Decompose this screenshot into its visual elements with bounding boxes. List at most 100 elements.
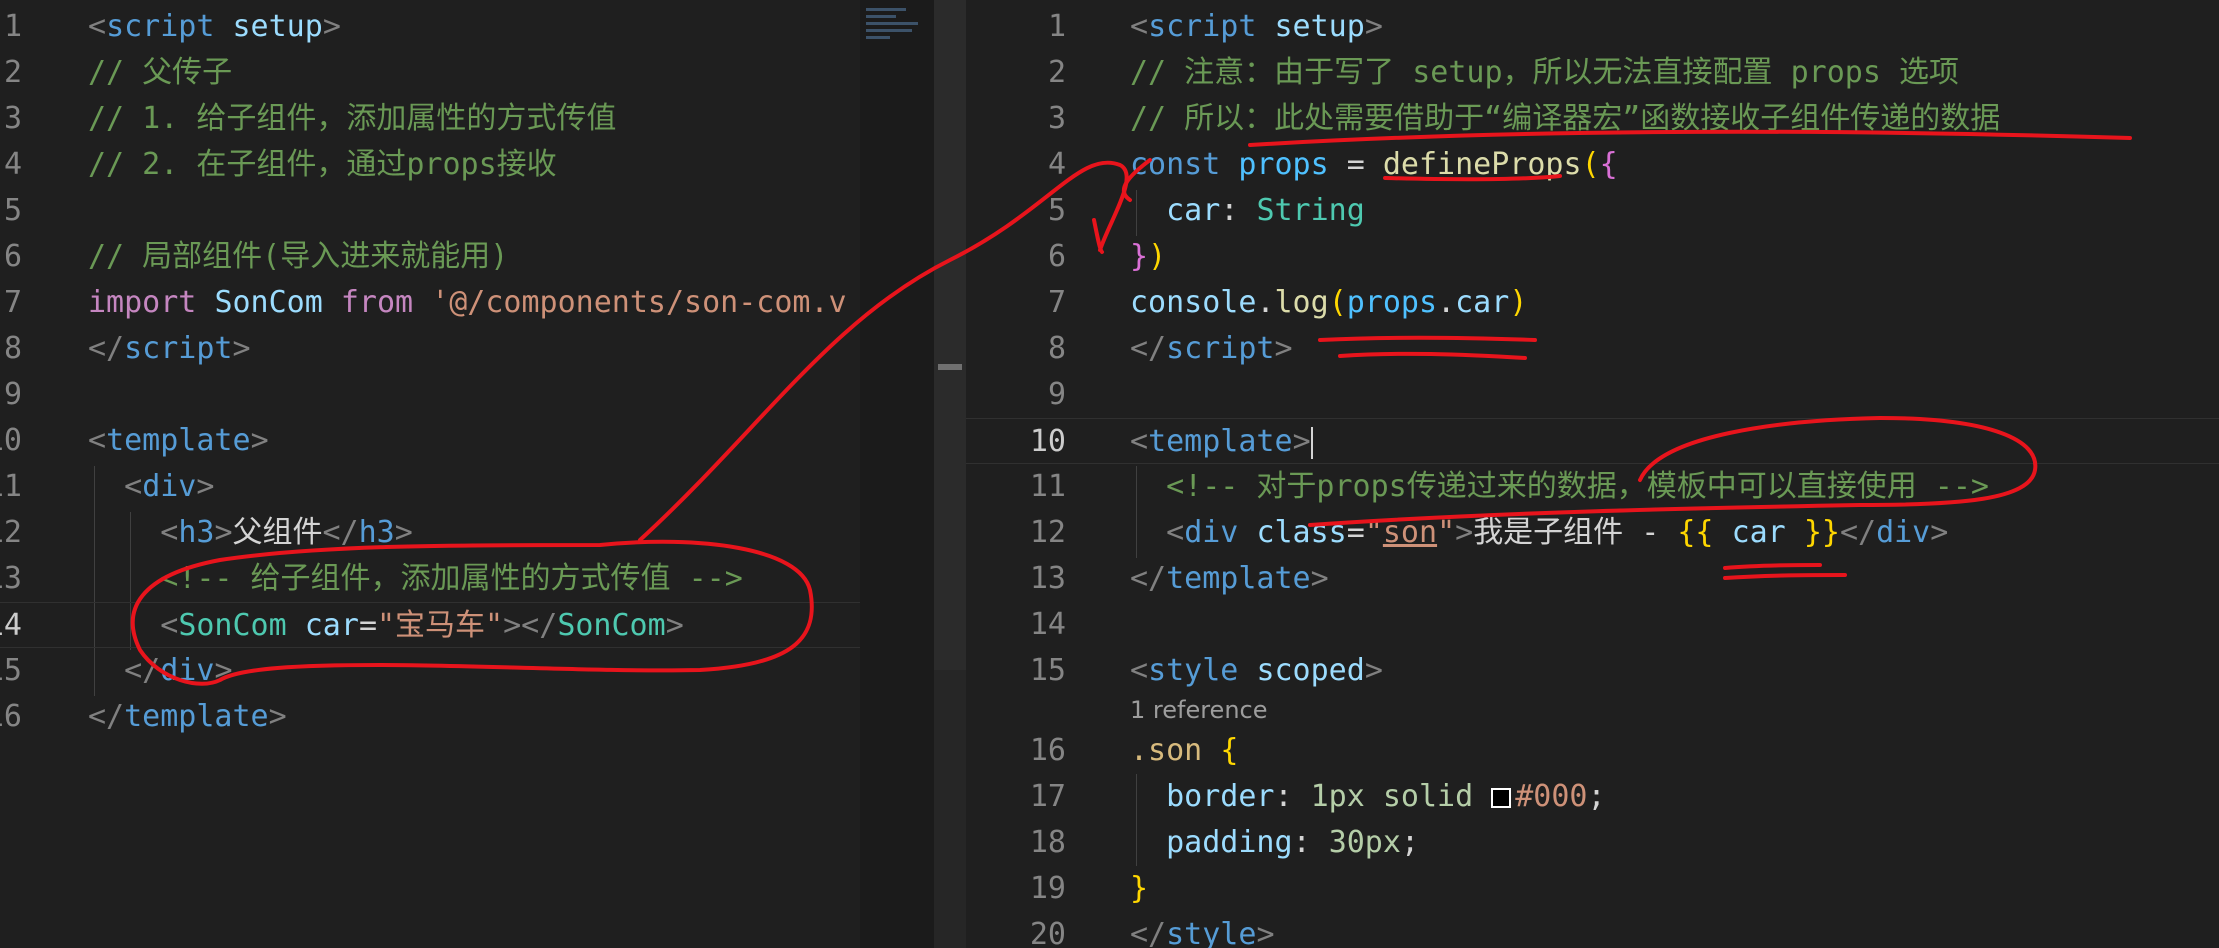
color-swatch-icon[interactable] xyxy=(1491,787,1512,808)
code-line[interactable]: 9 xyxy=(0,372,860,418)
code-line[interactable]: 2 // 父传子 xyxy=(0,50,860,96)
keyword: import xyxy=(88,285,197,320)
attr-name: car xyxy=(304,608,359,643)
tag-name: style xyxy=(1166,917,1257,948)
code-line[interactable]: 5 car: String xyxy=(966,188,2219,234)
code-line[interactable]: 14 xyxy=(966,602,2219,648)
code-line[interactable]: 18 padding: 30px; xyxy=(966,820,2219,866)
minimap[interactable] xyxy=(860,0,934,948)
code-line[interactable]: 2 // 注意：由于写了 setup，所以无法直接配置 props 选项 xyxy=(966,50,2219,96)
code-line-current[interactable]: 14 <SonCom car="宝马车"></SonCom> xyxy=(0,602,860,648)
code-line[interactable]: 7 import SonCom from '@/components/son-co… xyxy=(0,280,860,326)
code-line[interactable]: 4 const props = defineProps({ xyxy=(966,142,2219,188)
line-number: 13 xyxy=(0,561,22,596)
code-line[interactable]: 15 <style scoped> xyxy=(966,648,2219,694)
code-line[interactable]: 6 // 局部组件(导入进来就能用) xyxy=(0,234,860,280)
code-line[interactable]: 17 border: 1px solid #000; xyxy=(966,774,2219,820)
code-line[interactable]: 15 </div> xyxy=(0,648,860,694)
property-name: car xyxy=(1166,193,1221,228)
css-value: 1px solid xyxy=(1310,779,1474,814)
left-editor[interactable]: 1 <script setup> 2 // 父传子 3 // 1. 给子组件，添加属性… xyxy=(0,0,860,948)
codelens-references[interactable]: 1 reference xyxy=(1130,692,1268,728)
line-number: 3 xyxy=(1047,101,1066,136)
line-number: 18 xyxy=(1029,825,1066,860)
code-line[interactable]: 3 // 所以：此处需要借助于“编译器宏”函数接收子组件传递的数据 xyxy=(966,96,2219,142)
line-number: 15 xyxy=(0,653,22,688)
comment: // 父传子 xyxy=(88,55,233,90)
line-number: 19 xyxy=(1029,871,1066,906)
line-number: 16 xyxy=(1029,733,1066,768)
text-content: 我是子组件 - xyxy=(1473,515,1678,550)
code-line[interactable]: 1 <script setup> xyxy=(966,4,2219,50)
code-line[interactable]: 1 <script setup> xyxy=(0,4,860,50)
attr-name: scoped xyxy=(1256,653,1365,688)
code-line[interactable]: 13 </template> xyxy=(966,556,2219,602)
line-number: 3 xyxy=(3,101,22,136)
component-name: SonCom xyxy=(557,608,666,643)
code-line[interactable]: 12 <div class="son">我是子组件 - {{ car }}</d… xyxy=(966,510,2219,556)
code-line[interactable]: 9 xyxy=(966,372,2219,418)
tag-name: template xyxy=(1148,424,1293,459)
line-number: 7 xyxy=(1047,285,1066,320)
line-number: 5 xyxy=(3,193,22,228)
code-line-current[interactable]: 10 <template> xyxy=(966,418,2219,464)
attr-name: setup xyxy=(232,9,323,44)
code-line[interactable]: 4 // 2. 在子组件，通过props接收 xyxy=(0,142,860,188)
comment: <!-- 给子组件，添加属性的方式传值 --> xyxy=(160,561,743,596)
scrollbar-thumb[interactable] xyxy=(934,0,966,670)
vertical-scrollbar[interactable] xyxy=(934,0,966,948)
code-line[interactable]: 13 <!-- 给子组件，添加属性的方式传值 --> xyxy=(0,556,860,602)
line-number: 12 xyxy=(1029,515,1066,550)
css-value: 30px xyxy=(1328,825,1401,860)
keyword: const xyxy=(1130,147,1221,182)
line-number: 12 xyxy=(0,515,22,550)
codelens-row[interactable]: 1 reference xyxy=(966,692,2219,728)
identifier: console xyxy=(1130,285,1257,320)
line-number: 11 xyxy=(1029,469,1066,504)
code-line[interactable]: 6}) xyxy=(966,234,2219,280)
code-line[interactable]: 7 console.log(props.car) xyxy=(966,280,2219,326)
code-line[interactable]: 20 </style> xyxy=(966,912,2219,948)
tag-name: template xyxy=(1166,561,1311,596)
line-number: 14 xyxy=(1029,607,1066,642)
scrollbar-position-marker xyxy=(938,364,962,370)
code-line[interactable]: 5 xyxy=(0,188,860,234)
tag-name: template xyxy=(124,699,269,734)
component-name: SonCom xyxy=(178,608,287,643)
code-line[interactable]: 11 <div> xyxy=(0,464,860,510)
tag-name: div xyxy=(1184,515,1239,550)
comment: // 注意：由于写了 setup，所以无法直接配置 props 选项 xyxy=(1130,55,1959,90)
attr-name: setup xyxy=(1274,9,1365,44)
code-line[interactable]: 11 <!-- 对于props传递过来的数据，模板中可以直接使用 --> xyxy=(966,464,2219,510)
tag-name: script xyxy=(1148,9,1257,44)
tag-name: div xyxy=(142,469,197,504)
code-line[interactable]: 19} xyxy=(966,866,2219,912)
code-line[interactable]: 8 </script> xyxy=(966,326,2219,372)
identifier: props xyxy=(1238,147,1329,182)
comment: <!-- 对于props传递过来的数据，模板中可以直接使用 --> xyxy=(1166,469,1989,504)
line-number: 8 xyxy=(1047,331,1066,366)
code-line[interactable]: 10<template> xyxy=(0,418,860,464)
line-number: 8 xyxy=(3,331,22,366)
code-line[interactable]: 12 <h3>父组件</h3> xyxy=(0,510,860,556)
right-editor[interactable]: 1 <script setup> 2 // 注意：由于写了 setup，所以无法直接… xyxy=(966,0,2219,948)
code-line[interactable]: 16</template> xyxy=(0,694,860,740)
code-line[interactable]: 3 // 1. 给子组件，添加属性的方式传值 xyxy=(0,96,860,142)
css-color-value: #000 xyxy=(1515,779,1588,814)
code-line[interactable]: 8 </script> xyxy=(0,326,860,372)
line-number: 6 xyxy=(1047,239,1066,274)
type-name: String xyxy=(1256,193,1365,228)
comment: // 所以：此处需要借助于“编译器宏”函数接收子组件传递的数据 xyxy=(1130,101,2001,136)
line-number: 6 xyxy=(3,239,22,274)
minimap-preview xyxy=(860,0,934,39)
line-number: 2 xyxy=(3,55,22,90)
property-name: car xyxy=(1455,285,1510,320)
comment: // 1. 给子组件，添加属性的方式传值 xyxy=(88,101,617,136)
line-number: 7 xyxy=(3,285,22,320)
comment: // 局部组件(导入进来就能用) xyxy=(88,239,509,274)
tag-name: script xyxy=(1166,331,1275,366)
line-number: 9 xyxy=(3,377,22,412)
code-line[interactable]: 16 .son { xyxy=(966,728,2219,774)
line-number: 14 xyxy=(0,608,22,643)
css-property: border xyxy=(1166,779,1275,814)
